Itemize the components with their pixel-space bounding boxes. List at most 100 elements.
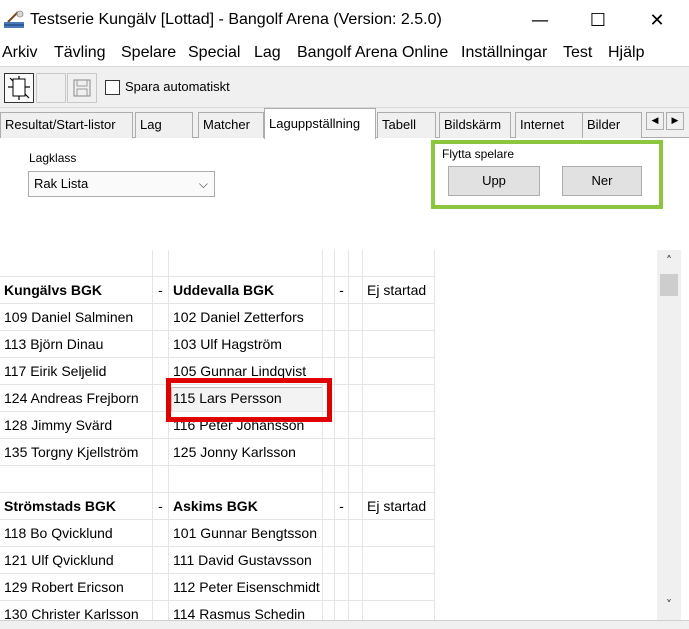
grid-cell xyxy=(335,574,349,601)
minimize-button[interactable]: — xyxy=(517,0,563,40)
grid-cell xyxy=(323,601,335,620)
grid-cell xyxy=(349,304,363,331)
player-cell[interactable]: 109 Daniel Salminen xyxy=(0,304,153,331)
tab-scroll-right-icon[interactable]: ▶ xyxy=(666,112,684,130)
menu-bangolf-arena-online[interactable]: Bangolf Arena Online xyxy=(297,43,448,63)
tab-lag[interactable]: Lag xyxy=(135,112,193,138)
grid-cell xyxy=(349,520,363,547)
grid-spacer xyxy=(335,250,349,277)
menu-spelare[interactable]: Spelare xyxy=(121,43,176,63)
grid-cell xyxy=(153,547,169,574)
save-button[interactable] xyxy=(67,73,97,103)
new-document-button[interactable] xyxy=(4,73,34,103)
menu-arkiv[interactable]: Arkiv xyxy=(2,43,38,63)
player-cell[interactable]: 135 Torgny Kjellström xyxy=(0,439,153,466)
grid-cell xyxy=(335,547,349,574)
menu-special[interactable]: Special xyxy=(188,43,240,63)
tab-tabell[interactable]: Tabell xyxy=(377,112,436,138)
grid-cell xyxy=(349,412,363,439)
grid-cell xyxy=(349,331,363,358)
grid-spacer xyxy=(363,466,435,493)
grid-cell xyxy=(335,520,349,547)
grid-cell xyxy=(323,547,335,574)
toolbar: Spara automatiskt xyxy=(0,66,689,108)
lineup-panel: Lagklass Rak Lista ⌵ Flytta spelare Upp … xyxy=(0,138,689,250)
tab-strip: Resultat/Start-listor Lag Matcher Lagupp… xyxy=(0,108,689,139)
grid-cell xyxy=(323,520,335,547)
grid-cell xyxy=(363,412,435,439)
lagklass-value: Rak Lista xyxy=(34,176,89,191)
player-cell[interactable]: 117 Eirik Seljelid xyxy=(0,358,153,385)
grid-cell xyxy=(323,331,335,358)
lagklass-label: Lagklass xyxy=(29,151,77,165)
player-cell[interactable]: 103 Ulf Hagström xyxy=(169,331,323,358)
menu-hjalp[interactable]: Hjälp xyxy=(608,43,644,63)
player-cell[interactable]: 128 Jimmy Svärd xyxy=(0,412,153,439)
tab-bildskarm[interactable]: Bildskärm xyxy=(439,112,511,138)
tab-internet[interactable]: Internet xyxy=(515,112,583,138)
scroll-down-icon[interactable]: ˅ xyxy=(657,598,681,616)
grid-spacer xyxy=(153,466,169,493)
save-icon xyxy=(73,79,91,97)
window-title: Testserie Kungälv [Lottad] - Bangolf Are… xyxy=(30,11,442,28)
player-cell[interactable]: 114 Rasmus Schedin xyxy=(169,601,323,620)
grid-cell xyxy=(323,304,335,331)
home-team-name[interactable]: Strömstads BGK xyxy=(0,493,153,520)
player-cell[interactable]: 129 Robert Ericson xyxy=(0,574,153,601)
player-cell[interactable]: 125 Jonny Karlsson xyxy=(169,439,323,466)
tab-scroll-left-icon[interactable]: ◀ xyxy=(646,112,664,130)
menu-tavling[interactable]: Tävling xyxy=(54,43,106,63)
player-cell[interactable]: 113 Björn Dinau xyxy=(0,331,153,358)
grid-cell xyxy=(363,439,435,466)
grid-cell xyxy=(349,358,363,385)
tab-matcher[interactable]: Matcher xyxy=(198,112,264,138)
player-cell[interactable]: 112 Peter Eisenschmidt xyxy=(169,574,323,601)
menu-test[interactable]: Test xyxy=(563,43,592,63)
grid-cell xyxy=(153,439,169,466)
selected-player-highlight xyxy=(166,378,332,422)
menu-lag[interactable]: Lag xyxy=(254,43,281,63)
player-cell[interactable]: 118 Bo Qvicklund xyxy=(0,520,153,547)
grid-cell xyxy=(363,304,435,331)
maximize-button[interactable]: ☐ xyxy=(575,0,621,40)
new-document-icon xyxy=(8,76,30,100)
grid-spacer xyxy=(153,250,169,277)
move-down-button[interactable]: Ner xyxy=(562,166,642,196)
scroll-thumb[interactable] xyxy=(660,274,678,296)
grid-cell xyxy=(153,331,169,358)
grid-cell xyxy=(323,493,335,520)
move-up-button[interactable]: Upp xyxy=(448,166,540,196)
away-team-name[interactable]: Askims BGK xyxy=(169,493,323,520)
player-cell[interactable]: 102 Daniel Zetterfors xyxy=(169,304,323,331)
open-button[interactable] xyxy=(36,73,66,103)
autosave-checkbox[interactable] xyxy=(105,80,120,95)
lagklass-select[interactable]: Rak Lista ⌵ xyxy=(28,171,215,197)
scroll-up-icon[interactable]: ˄ xyxy=(657,254,681,272)
grid-cell xyxy=(335,439,349,466)
home-team-name[interactable]: Kungälvs BGK xyxy=(0,277,153,304)
away-team-name[interactable]: Uddevalla BGK xyxy=(169,277,323,304)
close-button[interactable]: ✕ xyxy=(634,0,680,40)
grid-cell xyxy=(363,520,435,547)
grid-cell xyxy=(363,385,435,412)
tab-laguppstallning[interactable]: Laguppställning xyxy=(264,108,376,139)
grid-cell xyxy=(335,385,349,412)
grid-spacer xyxy=(363,250,435,277)
tab-bilder[interactable]: Bilder xyxy=(582,112,642,138)
player-cell[interactable]: 121 Ulf Qvicklund xyxy=(0,547,153,574)
tab-resultat-startlistor[interactable]: Resultat/Start-listor xyxy=(0,112,133,138)
player-cell[interactable]: 111 David Gustavsson xyxy=(169,547,323,574)
grid-cell xyxy=(323,439,335,466)
match-separator: - xyxy=(335,277,349,304)
vertical-scrollbar[interactable]: ˄ ˅ xyxy=(657,250,681,620)
grid-cell xyxy=(349,439,363,466)
player-cell[interactable]: 124 Andreas Frejborn xyxy=(0,385,153,412)
menu-installningar[interactable]: Inställningar xyxy=(461,43,547,63)
player-cell[interactable]: 130 Christer Karlsson xyxy=(0,601,153,620)
lineup-grid: Kungälvs BGK - Uddevalla BGK - Ej starta… xyxy=(0,250,657,620)
grid-cell xyxy=(349,574,363,601)
grid-cell xyxy=(335,358,349,385)
player-cell[interactable]: 101 Gunnar Bengtsson xyxy=(169,520,323,547)
grid-cell xyxy=(363,574,435,601)
grid-cell xyxy=(349,601,363,620)
